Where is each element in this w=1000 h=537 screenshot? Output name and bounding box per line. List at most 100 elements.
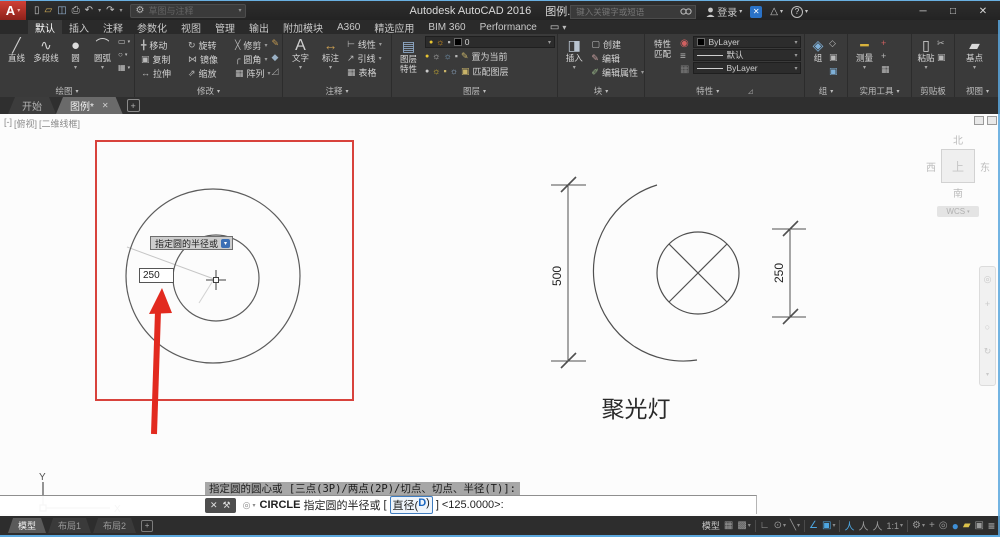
command-prompt[interactable]: CIRCLE 指定圆的半径或 [ 直径(D) ] <125.0000>: (260, 496, 504, 514)
insert-block-button[interactable]: ◨插入▾ (561, 35, 587, 79)
panel-label-properties[interactable]: 特性▾◿ (645, 85, 804, 97)
ribbon-tab-performance[interactable]: Performance (473, 20, 544, 34)
binoculars-icon[interactable] (680, 7, 692, 16)
ribbon-tab-addins[interactable]: 附加模块 (276, 20, 330, 34)
ribbon-display-caret-icon[interactable]: ▾ (562, 23, 566, 32)
recent-commands-icon[interactable]: ◎ (243, 500, 251, 511)
edit-attributes-button[interactable]: ✐编辑属性▾ (591, 65, 644, 79)
chevron-down-icon[interactable]: ▾ (252, 502, 255, 509)
annotation-scale-icon[interactable]: 人 (872, 518, 882, 533)
properties-launcher-icon[interactable]: ◿ (748, 88, 753, 95)
wrench-icon[interactable]: ⚒ (223, 500, 231, 511)
hatch-icon[interactable]: ▦ (118, 63, 126, 72)
undo-icon[interactable]: ↶ (85, 5, 93, 16)
table-button[interactable]: ▦表格 (347, 65, 382, 79)
panel-label-annotate[interactable]: 注释▾ (283, 85, 391, 97)
ortho-toggle-icon[interactable]: ∟ (760, 520, 770, 531)
rotate-button[interactable]: ↻旋转 (188, 38, 235, 52)
viewcube-north[interactable]: 北 (922, 132, 994, 147)
navigation-bar[interactable]: ◎ + ○ ↻ ▾ (979, 266, 996, 386)
undo-caret-icon[interactable]: ▾ (98, 7, 101, 14)
mirror-button[interactable]: ⋈镜像 (188, 52, 235, 66)
group-edit-icon[interactable]: ▣ (829, 52, 838, 63)
layer-dropdown[interactable]: ● ☼ ▪ 0 ▾ (425, 36, 555, 48)
diameter-option-button[interactable]: 直径(D) (390, 496, 433, 514)
viewport-view-control[interactable]: [俯视] (14, 117, 37, 130)
object-snap-tracking-icon[interactable]: ∠ (809, 520, 818, 531)
snap-toggle-icon[interactable]: ▩▾ (737, 520, 750, 531)
viewcube[interactable]: 北 西 上 东 南 WCS▾ (922, 132, 994, 217)
linear-dim-button[interactable]: ⊢线性▾ (347, 37, 382, 51)
workspace-switching-icon[interactable]: ⚙▾ (912, 520, 925, 531)
trim-button[interactable]: ╳修剪▾ (235, 38, 275, 52)
close-drawing-icon[interactable] (987, 116, 997, 125)
layout-tab-layout1[interactable]: 布局1 (48, 518, 91, 533)
linetype-dropdown[interactable]: ByLayer▾ (693, 62, 801, 74)
layer-properties-button[interactable]: ▤图层特性 (395, 36, 422, 78)
ribbon-tab-manage[interactable]: 管理 (208, 20, 242, 34)
file-tab-start[interactable]: 开始 (8, 97, 56, 114)
plotstyle-icon[interactable]: ▦ (680, 64, 689, 75)
text-button[interactable]: A文字▾ (287, 35, 314, 79)
grid-toggle-icon[interactable]: ▦ (724, 520, 733, 531)
cut-icon[interactable]: ✂ (937, 38, 946, 49)
measure-button[interactable]: ━测量▾ (851, 35, 878, 75)
plot-icon[interactable]: ⎙ (72, 5, 80, 16)
edit-block-button[interactable]: ✎编辑 (591, 51, 644, 65)
workspace-dropdown[interactable]: ⚙ 草图与注释 ▾ (130, 4, 246, 18)
save-icon[interactable]: ◫ (57, 5, 66, 16)
graphics-performance-icon[interactable]: ▰ (963, 520, 971, 531)
move-button[interactable]: ╋移动 (141, 38, 188, 52)
circle-button[interactable]: ●圆▾ (62, 35, 89, 74)
ungroup-icon[interactable]: ◇ (829, 38, 838, 49)
arc-button[interactable]: ⌒圆弧▾ (89, 35, 116, 74)
help-button[interactable]: ?▾ (791, 6, 808, 18)
id-point-icon[interactable]: + (881, 38, 890, 48)
search-input[interactable] (574, 6, 680, 18)
pan-icon[interactable]: + (985, 299, 990, 309)
viewport-visualstyle-control[interactable]: [二维线框] (39, 117, 80, 130)
close-button[interactable]: ✕ (968, 3, 998, 21)
redo-icon[interactable]: ↷ (106, 5, 114, 16)
ribbon-tab-home[interactable]: 默认 (28, 20, 62, 34)
minimize-button[interactable]: ─ (908, 3, 938, 21)
ribbon-tab-view[interactable]: 视图 (174, 20, 208, 34)
zoom-icon[interactable]: ○ (985, 322, 990, 332)
ribbon-tab-parametric[interactable]: 参数化 (130, 20, 174, 34)
app-menu-button[interactable]: A▾ (0, 1, 26, 20)
annotation-scale-value[interactable]: 1:1▾ (886, 521, 903, 531)
maximize-button[interactable]: □ (938, 3, 968, 21)
match-properties-button[interactable]: 特性匹配 (649, 36, 676, 75)
panel-label-view[interactable]: 视图▾ (955, 85, 1000, 97)
layout-tab-model[interactable]: 模型 (8, 518, 46, 533)
group-selection-icon[interactable]: ▣ (829, 66, 838, 77)
panel-label-block[interactable]: 块▾ (558, 85, 644, 97)
object-color-dropdown[interactable]: ByLayer▾ (693, 36, 801, 48)
rectangle-icon[interactable]: ▭ (118, 37, 126, 46)
copy-button[interactable]: ▣复制 (141, 52, 188, 66)
annotation-visibility-icon[interactable]: 人 (844, 518, 854, 533)
new-file-icon[interactable]: ▯ (34, 5, 40, 16)
ribbon-tab-annotate[interactable]: 注释 (96, 20, 130, 34)
add-layout-button[interactable]: + (141, 520, 153, 532)
viewport-menu-control[interactable]: [-] (4, 117, 12, 130)
orbit-icon[interactable]: ↻ (984, 346, 992, 357)
stretch-button[interactable]: ↔拉伸 (141, 66, 188, 80)
close-command-icon[interactable]: ✕ (210, 500, 218, 511)
ribbon-tab-a360[interactable]: A360 (330, 20, 367, 34)
line-button[interactable]: ╱直线 (3, 35, 30, 74)
restore-drawing-icon[interactable] (974, 116, 984, 125)
panel-label-groups[interactable]: 组▾ (805, 85, 847, 97)
file-tab-document[interactable]: 图例*✕ (56, 97, 123, 114)
new-drawing-tab-button[interactable]: + (127, 99, 140, 112)
panel-label-layers[interactable]: 图层▾ (392, 85, 557, 97)
quick-select-icon[interactable]: + (881, 51, 890, 61)
leader-button[interactable]: ↗引线▾ (347, 51, 382, 65)
copy-clip-icon[interactable]: ▣ (937, 52, 946, 63)
isodraft-icon[interactable]: ╲▾ (790, 520, 800, 531)
annotation-monitor-icon[interactable]: + (929, 520, 935, 531)
nav-more-icon[interactable]: ▾ (986, 371, 989, 378)
lineweight-dropdown[interactable]: 默认▾ (693, 49, 801, 61)
model-space-toggle[interactable]: 模型 (702, 519, 720, 532)
ellipse-icon[interactable]: ○ (118, 50, 123, 59)
